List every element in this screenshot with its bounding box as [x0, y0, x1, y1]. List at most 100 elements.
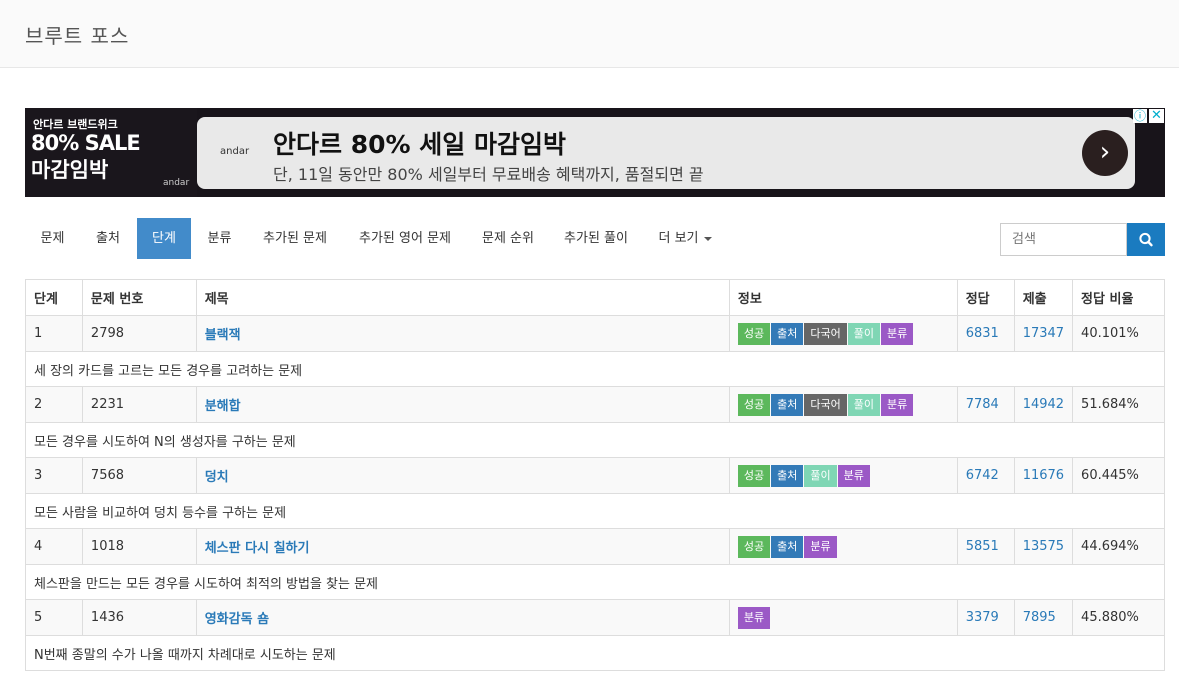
ad-promo-line3: 마감임박: [31, 158, 109, 182]
cell-info: 성공 출처 분류: [728, 528, 958, 565]
tab-added-solutions[interactable]: 추가된 풀이: [553, 218, 639, 259]
header-problem-id: 문제 번호: [81, 279, 197, 316]
cell-info: 성공 출처 풀이 분류: [728, 457, 958, 494]
badge-solution[interactable]: 풀이: [847, 322, 880, 345]
ad-promo-image[interactable]: 안다르 브랜드위크 80% SALE 마감임박 andar: [25, 108, 197, 197]
submitted-link[interactable]: 17347: [1023, 326, 1064, 341]
problem-title-link[interactable]: 블랙잭: [205, 328, 241, 343]
submitted-link[interactable]: 11676: [1023, 468, 1064, 483]
tab-more[interactable]: 더 보기: [649, 218, 721, 259]
cell-step: 2: [25, 386, 83, 423]
cell-problem-id: 2798: [81, 315, 197, 352]
ad-card[interactable]: andar 안다르 80% 세일 마감임박 단, 11일 동안만 80% 세일부…: [197, 117, 1135, 189]
info-icon[interactable]: ⓘ: [1133, 109, 1147, 123]
page-title: 브루트 포스: [25, 24, 130, 48]
badge-category[interactable]: 분류: [881, 393, 914, 416]
cell-accepted: 6831: [956, 315, 1015, 352]
problem-description: 세 장의 카드를 고르는 모든 경우를 고려하는 문제: [25, 351, 1165, 387]
badge-source[interactable]: 출처: [771, 393, 804, 416]
table-row: 1 2798 블랙잭 성공 출처 다국어 풀이 분류 6831 17347 40.101…: [25, 315, 1165, 352]
table-row-description: 체스판을 만드는 모든 경우를 시도하여 최적의 방법을 찾는 문제: [25, 564, 1165, 600]
cell-ratio: 40.101%: [1072, 315, 1165, 352]
table-row-description: 모든 사람을 비교하여 덩치 등수를 구하는 문제: [25, 493, 1165, 529]
badge-success: 성공: [737, 393, 771, 416]
ad-headline[interactable]: 안다르 80% 세일 마감임박: [273, 125, 566, 161]
problem-title-link[interactable]: 분해합: [205, 399, 241, 414]
accepted-link[interactable]: 6831: [966, 326, 999, 341]
submitted-link[interactable]: 14942: [1023, 397, 1064, 412]
badge-category[interactable]: 분류: [804, 535, 837, 558]
cell-problem-id: 1436: [81, 599, 197, 636]
search-input[interactable]: [1000, 223, 1127, 256]
cell-ratio: 45.880%: [1072, 599, 1165, 636]
accepted-link[interactable]: 3379: [966, 610, 999, 625]
cell-title: 영화감독 숌: [195, 599, 730, 636]
cell-ratio: 51.684%: [1072, 386, 1165, 423]
submitted-link[interactable]: 7895: [1023, 610, 1056, 625]
cell-info: 분류: [728, 599, 958, 636]
table-row-description: 세 장의 카드를 고르는 모든 경우를 고려하는 문제: [25, 351, 1165, 387]
cell-accepted: 3379: [956, 599, 1015, 636]
badge-solution[interactable]: 풀이: [847, 393, 880, 416]
badge-category[interactable]: 분류: [737, 606, 771, 629]
badge-category[interactable]: 분류: [837, 464, 870, 487]
problem-title-link[interactable]: 영화감독 숌: [205, 612, 269, 627]
tab-problems[interactable]: 문제: [25, 218, 80, 259]
cell-submitted: 17347: [1013, 315, 1074, 352]
cell-title: 덩치: [195, 457, 730, 494]
accepted-link[interactable]: 7784: [966, 397, 999, 412]
ad-banner[interactable]: 안다르 브랜드위크 80% SALE 마감임박 andar andar 안다르 …: [25, 108, 1165, 197]
cell-submitted: 11676: [1013, 457, 1074, 494]
table-row: 3 7568 덩치 성공 출처 풀이 분류 6742 11676 60.445%: [25, 457, 1165, 494]
tab-added-problems[interactable]: 추가된 문제: [250, 218, 340, 259]
ad-promo-brand: andar: [163, 178, 190, 188]
header-submitted: 제출: [1013, 279, 1074, 316]
tab-added-english-problems[interactable]: 추가된 영어 문제: [347, 218, 463, 259]
badge-source[interactable]: 출처: [771, 322, 804, 345]
table-row: 2 2231 분해합 성공 출처 다국어 풀이 분류 7784 14942 51.684…: [25, 386, 1165, 423]
problem-description: N번째 종말의 수가 나올 때까지 차례대로 시도하는 문제: [25, 635, 1165, 671]
badge-success: 성공: [737, 322, 771, 345]
ad-subline: 단, 11일 동안만 80% 세일부터 무료배송 혜택까지, 품절되면 끝: [273, 165, 704, 184]
header-ratio: 정답 비율: [1072, 279, 1165, 316]
problem-table: 단계 문제 번호 제목 정보 정답 제출 정답 비율 1 2798 블랙잭 성공…: [25, 279, 1165, 671]
badge-success: 성공: [737, 464, 771, 487]
submitted-link[interactable]: 13575: [1023, 539, 1064, 554]
chevron-right-icon[interactable]: ›: [1082, 130, 1128, 176]
badge-success: 성공: [737, 535, 771, 558]
cell-step: 5: [25, 599, 83, 636]
cell-step: 3: [25, 457, 83, 494]
cell-problem-id: 1018: [81, 528, 197, 565]
cell-problem-id: 7568: [81, 457, 197, 494]
badge-source[interactable]: 출처: [771, 464, 804, 487]
page-header: 브루트 포스: [0, 0, 1179, 68]
table-row: 5 1436 영화감독 숌 분류 3379 7895 45.880%: [25, 599, 1165, 636]
cell-submitted: 14942: [1013, 386, 1074, 423]
accepted-link[interactable]: 5851: [966, 539, 999, 554]
problem-description: 체스판을 만드는 모든 경우를 시도하여 최적의 방법을 찾는 문제: [25, 564, 1165, 600]
tab-more-label: 더 보기: [658, 231, 699, 246]
cell-title: 체스판 다시 칠하기: [195, 528, 730, 565]
accepted-link[interactable]: 6742: [966, 468, 999, 483]
ad-card-brand: andar: [220, 146, 250, 157]
badge-category[interactable]: 분류: [881, 322, 914, 345]
tab-sources[interactable]: 출처: [80, 218, 136, 259]
problem-title-link[interactable]: 덩치: [205, 470, 229, 485]
badge-source[interactable]: 출처: [771, 535, 804, 558]
problem-description: 모든 사람을 비교하여 덩치 등수를 구하는 문제: [25, 493, 1165, 529]
cell-title: 분해합: [195, 386, 730, 423]
cell-accepted: 7784: [956, 386, 1015, 423]
search-button[interactable]: [1127, 223, 1165, 256]
tab-categories[interactable]: 분류: [191, 218, 248, 259]
tab-problem-ranking[interactable]: 문제 순위: [472, 218, 544, 259]
problem-title-link[interactable]: 체스판 다시 칠하기: [205, 541, 310, 556]
cell-ratio: 60.445%: [1072, 457, 1165, 494]
cell-step: 4: [25, 528, 83, 565]
header-step: 단계: [25, 279, 83, 316]
badge-solution[interactable]: 풀이: [804, 464, 837, 487]
badge-multilingual: 다국어: [804, 322, 847, 345]
header-info: 정보: [728, 279, 958, 316]
search-icon: [1139, 232, 1153, 247]
tab-steps[interactable]: 단계: [137, 218, 191, 259]
close-icon[interactable]: ✕: [1149, 109, 1164, 123]
